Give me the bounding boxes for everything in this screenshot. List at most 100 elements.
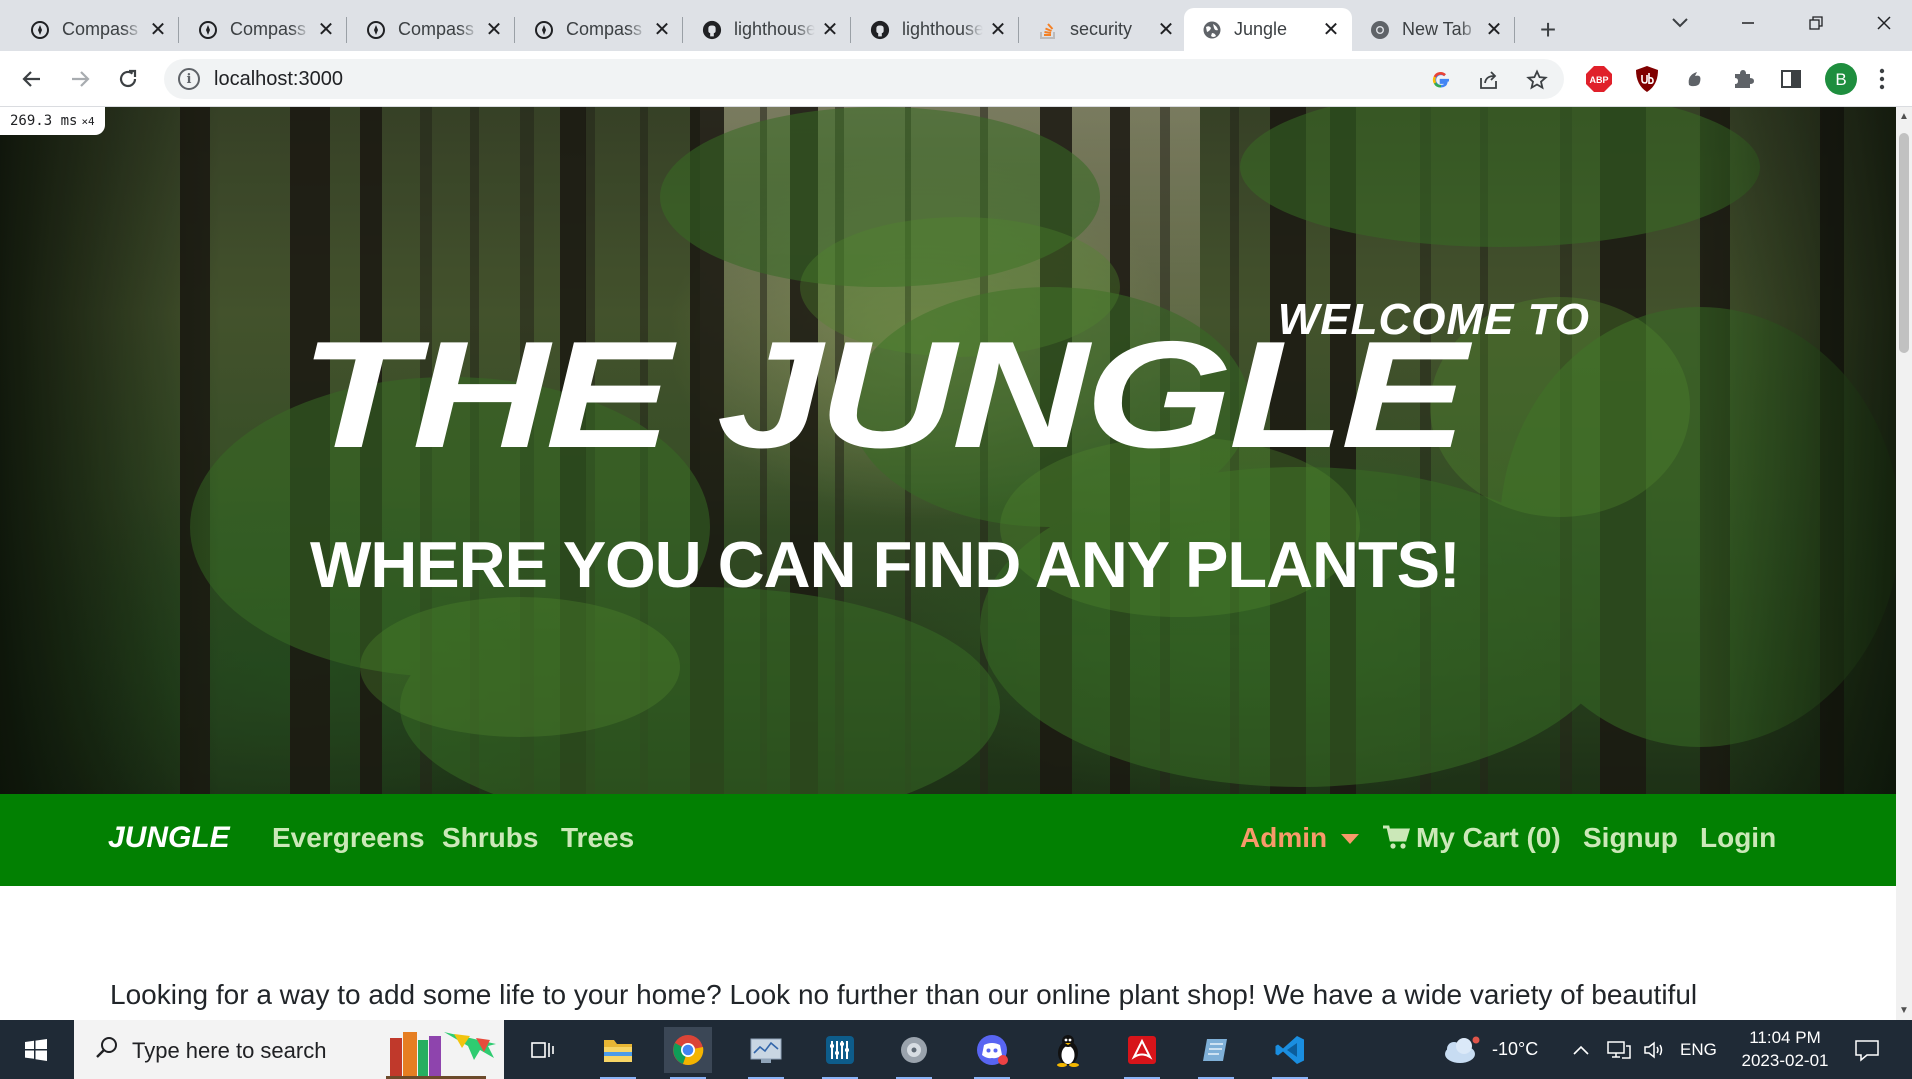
site-info-icon[interactable]: i (178, 68, 200, 90)
close-icon[interactable]: ✕ (483, 19, 505, 41)
tab-label: lighthouse (902, 19, 983, 39)
restore-icon[interactable] (1796, 6, 1836, 40)
volume-icon[interactable] (1642, 1020, 1668, 1079)
minimize-icon[interactable] (1728, 6, 1768, 40)
weather-widget[interactable]: -10°C (1438, 1020, 1538, 1079)
hero-subtitle: WHERE YOU CAN FIND ANY PLANTS! (310, 528, 1461, 601)
compass-icon (366, 20, 386, 40)
tab-label: Compass (230, 19, 307, 39)
nav-link-cart[interactable]: My Cart (0) (1416, 822, 1561, 854)
reload-icon[interactable] (110, 61, 146, 97)
close-icon[interactable]: ✕ (315, 19, 337, 41)
tab-compass-4[interactable]: Compass ✕ (516, 8, 683, 51)
bookmark-star-icon[interactable] (1524, 67, 1550, 93)
nav-link-login[interactable]: Login (1700, 822, 1776, 854)
hero-title: THE JUNGLE (300, 310, 1467, 480)
equalizer-app-icon[interactable] (816, 1027, 864, 1079)
close-icon[interactable]: ✕ (651, 19, 673, 41)
intro-paragraph: Looking for a way to add some life to yo… (110, 979, 1698, 1010)
audio-app-icon[interactable] (890, 1027, 938, 1079)
kebab-menu-icon[interactable] (1872, 64, 1892, 94)
tab-separator (178, 17, 179, 43)
back-arrow-icon[interactable] (14, 61, 50, 97)
tab-separator (1514, 17, 1515, 43)
notes-app-icon[interactable] (1192, 1027, 1240, 1079)
tab-label: Compass (62, 19, 139, 39)
page-scrollbar[interactable]: ▲ ▼ (1896, 107, 1912, 1020)
tab-label: Compass (398, 19, 475, 39)
perf-multiplier: ×4 (81, 115, 95, 128)
taskbar-search-box[interactable]: Type here to search (74, 1020, 504, 1079)
chrome-icon (1370, 20, 1390, 40)
close-icon[interactable]: ✕ (819, 19, 841, 41)
scroll-down-arrow-icon[interactable]: ▼ (1899, 1005, 1909, 1016)
new-tab-button[interactable]: + (1530, 12, 1566, 48)
page-viewport: 269.3 ms ×4 WELCOME TO THE JUNGLE WHERE Y… (0, 107, 1896, 1020)
taskbar-clock[interactable]: 11:04 PM 2023-02-01 (1730, 1026, 1840, 1072)
nav-link-signup[interactable]: Signup (1583, 822, 1678, 854)
tab-label: security (1070, 19, 1133, 39)
scrollbar-thumb[interactable] (1899, 133, 1909, 353)
file-explorer-icon[interactable] (594, 1027, 642, 1079)
brand-logo[interactable]: JUNGLE (108, 821, 230, 855)
windows-start-icon[interactable] (0, 1020, 72, 1079)
task-view-icon[interactable] (518, 1027, 566, 1073)
search-placeholder: Type here to search (132, 1038, 327, 1063)
chrome-icon[interactable] (664, 1027, 712, 1079)
close-icon[interactable]: ✕ (987, 19, 1009, 41)
scroll-up-arrow-icon[interactable]: ▲ (1899, 111, 1909, 122)
clock-time: 11:04 PM (1749, 1028, 1821, 1047)
discord-icon[interactable] (968, 1027, 1016, 1079)
compass-icon (30, 20, 50, 40)
close-icon[interactable]: ✕ (147, 19, 169, 41)
nav-link-evergreens[interactable]: Evergreens (272, 822, 425, 854)
nav-link-trees[interactable]: Trees (561, 822, 634, 854)
share-icon[interactable] (1476, 67, 1502, 93)
language-indicator[interactable]: ENG (1680, 1020, 1717, 1079)
tab-compass-2[interactable]: Compass ✕ (180, 8, 347, 51)
forward-arrow-icon[interactable] (62, 61, 98, 97)
sync-icon[interactable] (1680, 64, 1710, 94)
google-g-icon[interactable] (1428, 67, 1454, 93)
tab-compass-1[interactable]: Compass ✕ (12, 8, 179, 51)
vscode-icon[interactable] (1266, 1027, 1314, 1079)
close-icon[interactable]: ✕ (1320, 19, 1342, 41)
admin-dropdown[interactable]: Admin (1240, 822, 1327, 854)
close-icon[interactable]: ✕ (1483, 19, 1505, 41)
github-icon (870, 20, 890, 40)
puzzle-icon[interactable] (1728, 64, 1758, 94)
sidepanel-icon[interactable] (1776, 64, 1806, 94)
shopping-cart-icon[interactable] (1382, 824, 1411, 855)
profile-avatar[interactable]: B (1824, 62, 1858, 96)
abp-label: ABP (1589, 75, 1608, 85)
notifications-icon[interactable] (1854, 1020, 1880, 1079)
nav-link-shrubs[interactable]: Shrubs (442, 822, 538, 854)
system-monitor-icon[interactable] (742, 1027, 790, 1079)
show-hidden-icons-chevron-icon[interactable] (1572, 1020, 1590, 1079)
acrobat-icon[interactable] (1118, 1027, 1166, 1079)
adblock-plus-icon[interactable]: ABP (1584, 64, 1614, 94)
cloud-weather-icon (1445, 1036, 1480, 1063)
linux-penguin-icon[interactable] (1044, 1027, 1092, 1073)
tab-label: Jungle (1234, 19, 1288, 39)
window-close-icon[interactable] (1864, 6, 1904, 40)
caret-down-icon[interactable] (1341, 834, 1359, 844)
tab-search-chevron-icon[interactable] (1660, 6, 1700, 40)
github-icon (702, 20, 722, 40)
tab-new-tab[interactable]: New Tab ✕ (1352, 8, 1515, 51)
tab-lighthouse-2[interactable]: lighthouse ✕ (852, 8, 1019, 51)
tab-lighthouse-1[interactable]: lighthouse ✕ (684, 8, 851, 51)
ublock-icon[interactable] (1632, 64, 1662, 94)
network-icon[interactable] (1606, 1020, 1632, 1079)
address-url: localhost:3000 (214, 68, 343, 90)
tab-jungle-active[interactable]: Jungle ✕ (1184, 8, 1352, 51)
stackoverflow-icon (1038, 20, 1058, 40)
tab-label: lighthouse (734, 19, 815, 39)
tab-separator (346, 17, 347, 43)
hero-banner: 269.3 ms ×4 WELCOME TO THE JUNGLE WHERE Y… (0, 107, 1896, 794)
performance-badge: 269.3 ms ×4 (0, 107, 105, 135)
tab-compass-3[interactable]: Compass ✕ (348, 8, 515, 51)
close-icon[interactable]: ✕ (1155, 19, 1177, 41)
tab-security[interactable]: security ✕ (1020, 8, 1187, 51)
address-bar[interactable]: i localhost:3000 (164, 59, 1564, 99)
